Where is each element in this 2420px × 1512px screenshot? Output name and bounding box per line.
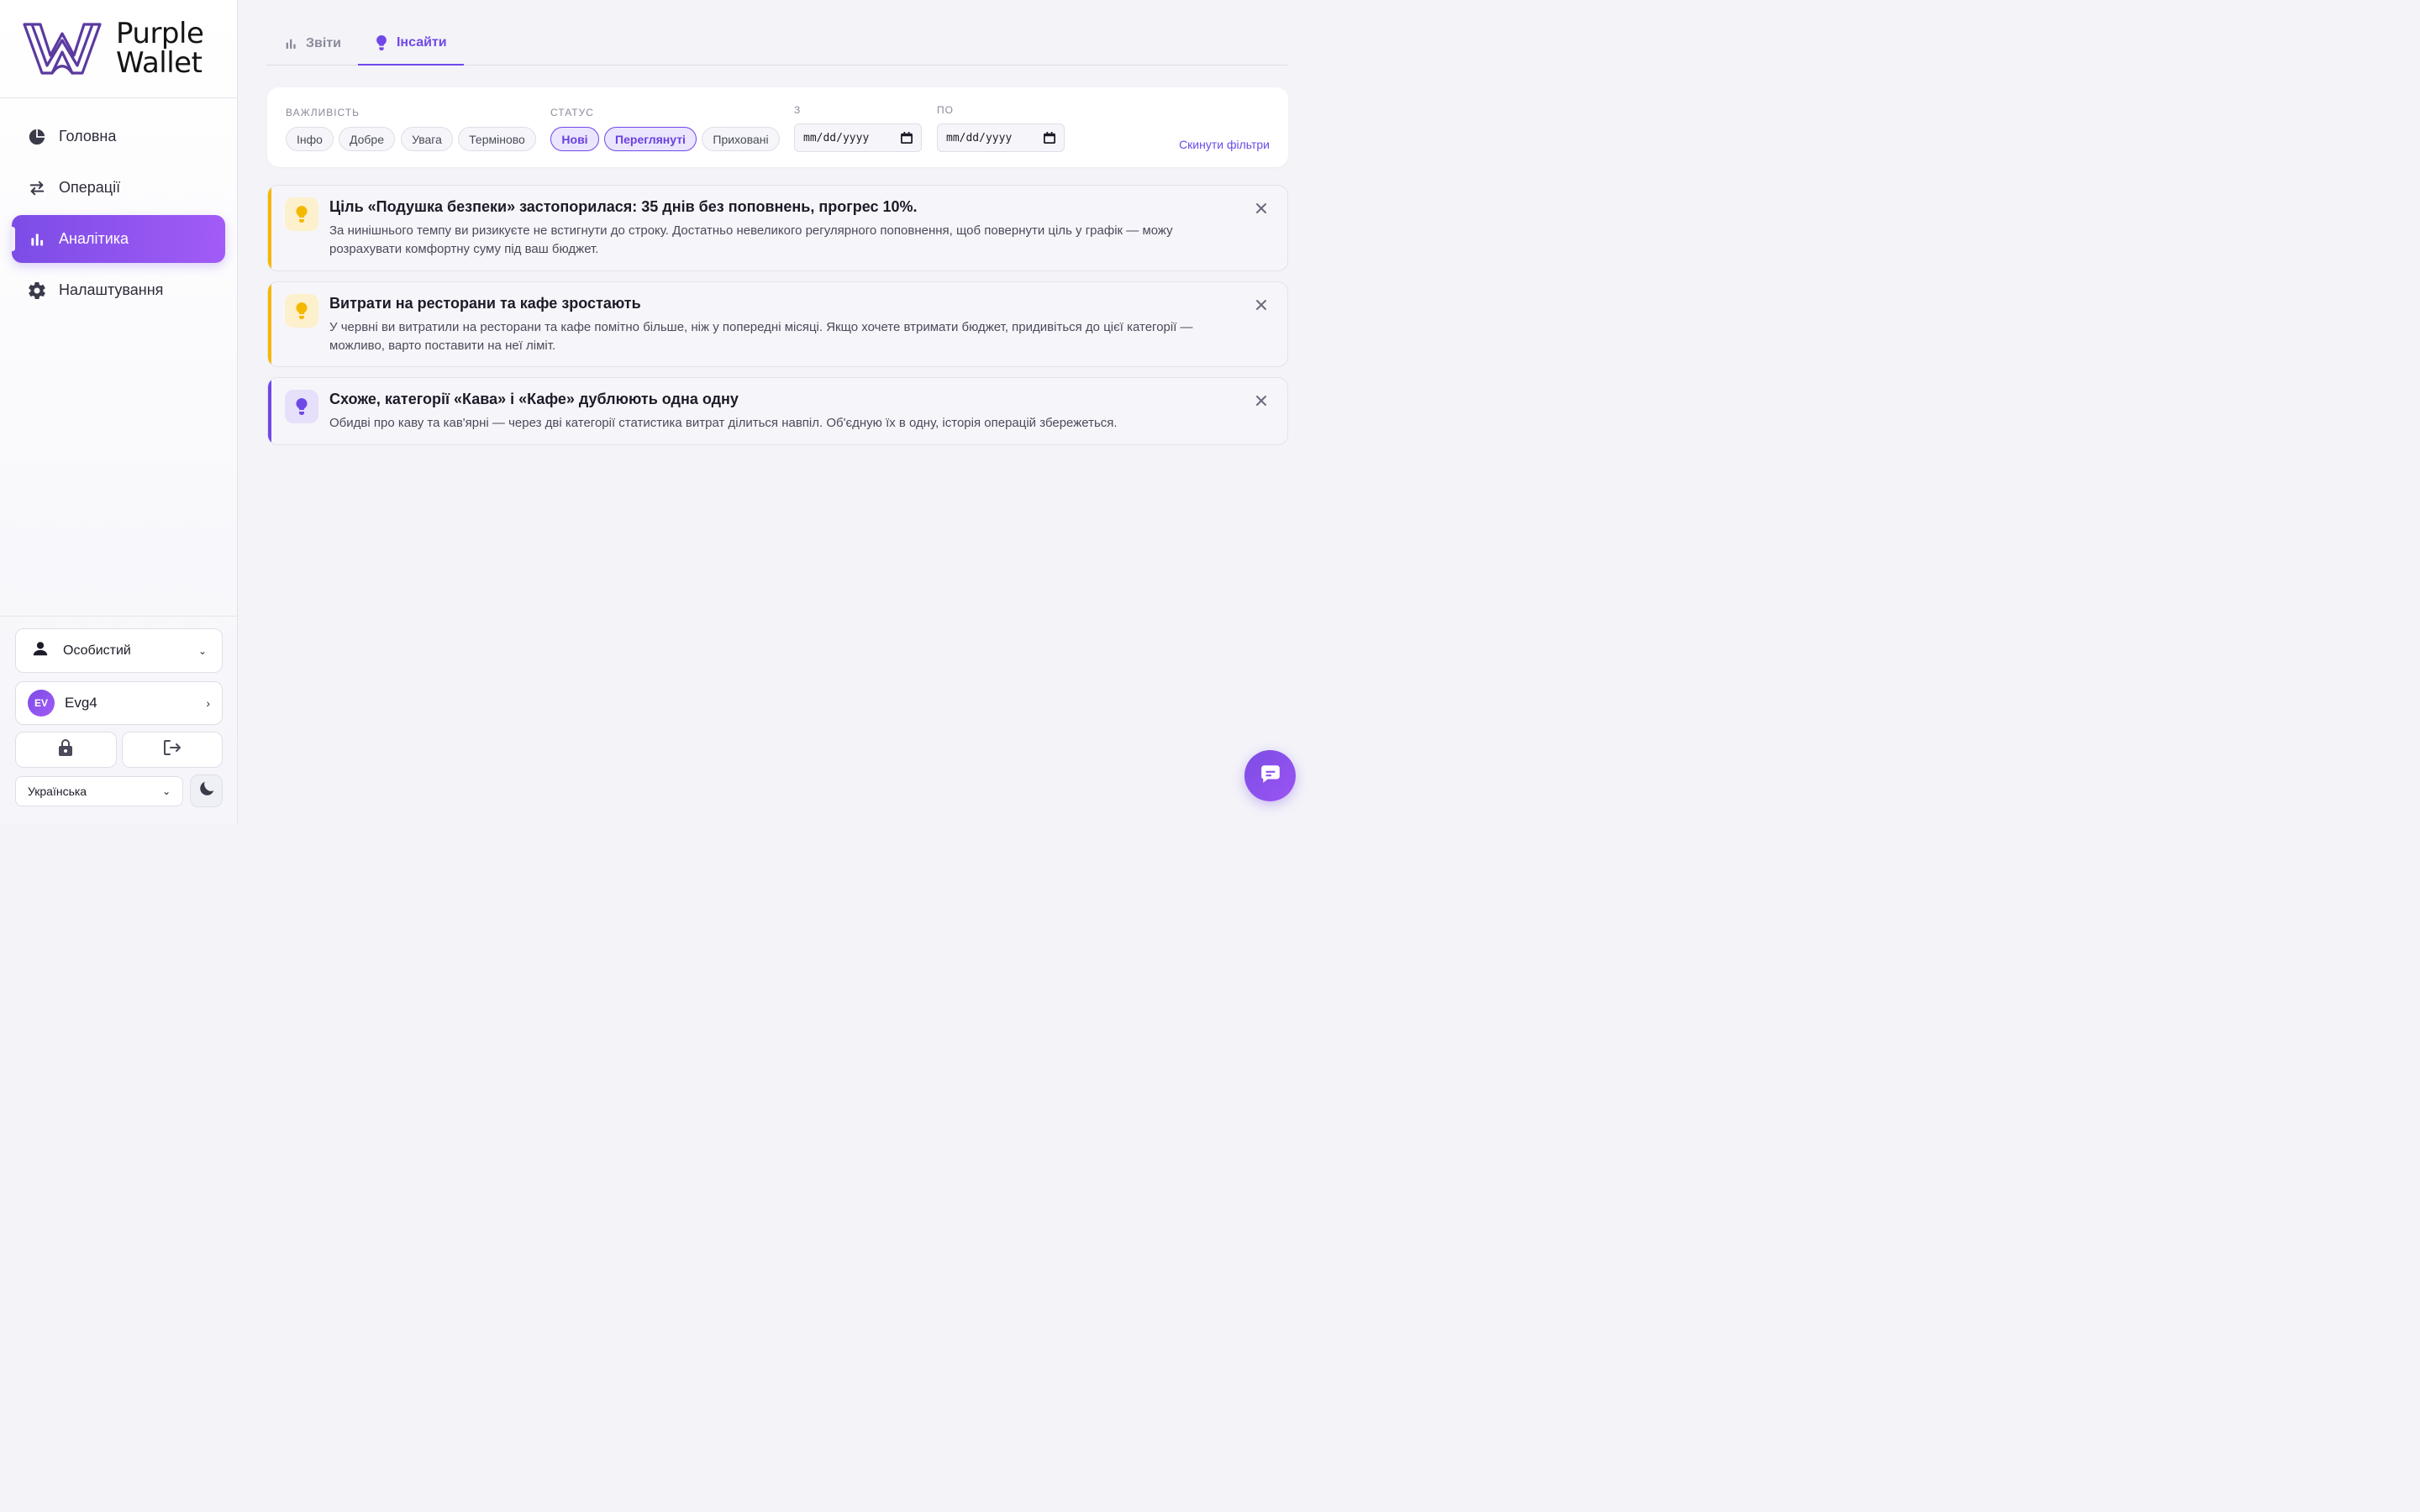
card-accent-bar (268, 282, 271, 366)
sidebar-item-settings[interactable]: Налаштування (12, 266, 225, 314)
close-icon[interactable] (1255, 299, 1267, 311)
moon-icon (197, 780, 216, 802)
importance-label: ВАЖЛИВІСТЬ (286, 107, 360, 118)
insight-card: Витрати на ресторани та кафе зростають У… (267, 281, 1288, 367)
tab-label: Інсайти (396, 35, 447, 50)
calendar-icon (1044, 132, 1055, 144)
insight-body: За нинішнього темпу ви ризикуєте не всти… (329, 223, 1173, 256)
chip-importance-info[interactable]: Інфо (286, 127, 334, 151)
pie-chart-icon (27, 127, 47, 147)
chevron-right-icon: › (206, 696, 210, 710)
date-to-label: ПО (937, 104, 954, 116)
calendar-icon (901, 132, 913, 144)
user-name: Evg4 (65, 695, 97, 711)
main-content: Звіти Інсайти ВАЖЛИВІСТЬ Інфо Добре Уваг… (238, 0, 1318, 823)
date-from-input[interactable]: mm/dd/yyyy (794, 123, 922, 152)
chat-bubble-icon (1260, 763, 1281, 789)
account-selector-label: Особистий (63, 643, 131, 658)
lock-icon (57, 738, 74, 761)
chip-status-viewed[interactable]: Переглянуті (604, 127, 697, 151)
date-from-value: mm/dd/yyyy (803, 131, 870, 144)
filters-panel: ВАЖЛИВІСТЬ Інфо Добре Увага Терміново СТ… (267, 87, 1288, 167)
status-label: СТАТУС (550, 107, 594, 118)
chevron-down-icon: ⌄ (162, 785, 171, 797)
quick-actions (15, 732, 223, 768)
insight-body: Обидві про каву та кав'ярні — через дві … (329, 416, 1118, 430)
logo-line-1: Purple (116, 17, 204, 50)
sidebar-footer: Особистий ⌄ EV Evg4 › Українська ⌄ (0, 616, 238, 823)
tab-label: Звіти (306, 36, 341, 50)
date-to-input[interactable]: mm/dd/yyyy (937, 123, 1065, 152)
language-label: Українська (28, 784, 87, 798)
sidebar-item-label: Головна (59, 128, 117, 144)
sidebar: Purple Wallet Головна Операції Аналітика (0, 0, 238, 823)
insight-title: Схоже, категорії «Кава» і «Кафе» дублюют… (329, 391, 739, 407)
lightbulb-icon (285, 294, 318, 328)
lightbulb-icon (285, 390, 318, 423)
sidebar-item-label: Аналітика (59, 230, 129, 247)
user-profile[interactable]: EV Evg4 › (15, 681, 223, 725)
sidebar-nav: Головна Операції Аналітика Налаштування (0, 98, 237, 314)
sidebar-item-operations[interactable]: Операції (12, 164, 225, 212)
insight-title: Ціль «Подушка безпеки» застопорилася: 35… (329, 198, 918, 215)
chip-importance-attention[interactable]: Увага (401, 127, 453, 151)
sidebar-item-label: Налаштування (59, 281, 164, 298)
app-name: Purple Wallet (116, 17, 204, 80)
tab-reports[interactable]: Звіти (267, 22, 358, 66)
lightbulb-icon (375, 35, 388, 50)
chip-status-new[interactable]: Нові (550, 127, 599, 151)
chat-button[interactable] (1244, 750, 1296, 801)
card-accent-bar (268, 378, 271, 444)
chip-importance-urgent[interactable]: Терміново (458, 127, 536, 151)
avatar: EV (28, 690, 55, 717)
theme-toggle[interactable] (190, 774, 223, 807)
account-selector[interactable]: Особистий ⌄ (15, 628, 223, 673)
sidebar-item-analytics[interactable]: Аналітика (12, 215, 225, 263)
chip-status-hidden[interactable]: Приховані (702, 127, 780, 151)
language-row: Українська ⌄ (15, 774, 223, 807)
reset-filters-link[interactable]: Скинути фільтри (1179, 138, 1270, 151)
lock-button[interactable] (15, 732, 117, 768)
insight-card: Ціль «Подушка безпеки» застопорилася: 35… (267, 185, 1288, 271)
bar-chart-icon (27, 229, 47, 249)
sidebar-item-home[interactable]: Головна (12, 113, 225, 160)
gear-icon (27, 281, 47, 301)
insight-card: Схоже, категорії «Кава» і «Кафе» дублюют… (267, 377, 1288, 445)
date-from-label: З (794, 104, 802, 116)
chevron-down-icon: ⌄ (197, 644, 207, 657)
insight-title: Витрати на ресторани та кафе зростають (329, 295, 641, 312)
logo[interactable]: Purple Wallet (0, 0, 237, 98)
logout-button[interactable] (121, 732, 223, 768)
close-icon[interactable] (1255, 395, 1267, 407)
tab-insights[interactable]: Інсайти (357, 22, 464, 66)
logout-icon (162, 738, 182, 761)
person-icon (31, 639, 50, 662)
date-to-value: mm/dd/yyyy (946, 131, 1013, 144)
close-icon[interactable] (1255, 202, 1267, 214)
bar-chart-icon (284, 37, 297, 50)
insight-body: У червні ви витратили на ресторани та ка… (329, 320, 1193, 353)
purple-wallet-logo-icon (23, 23, 102, 75)
chip-importance-good[interactable]: Добре (339, 127, 395, 151)
swap-arrows-icon (27, 178, 47, 198)
card-accent-bar (268, 186, 271, 270)
sidebar-item-label: Операції (59, 179, 121, 196)
lightbulb-icon (285, 197, 318, 231)
logo-line-2: Wallet (116, 46, 203, 80)
tab-bar: Звіти Інсайти (267, 22, 1287, 66)
language-select[interactable]: Українська ⌄ (15, 775, 184, 806)
